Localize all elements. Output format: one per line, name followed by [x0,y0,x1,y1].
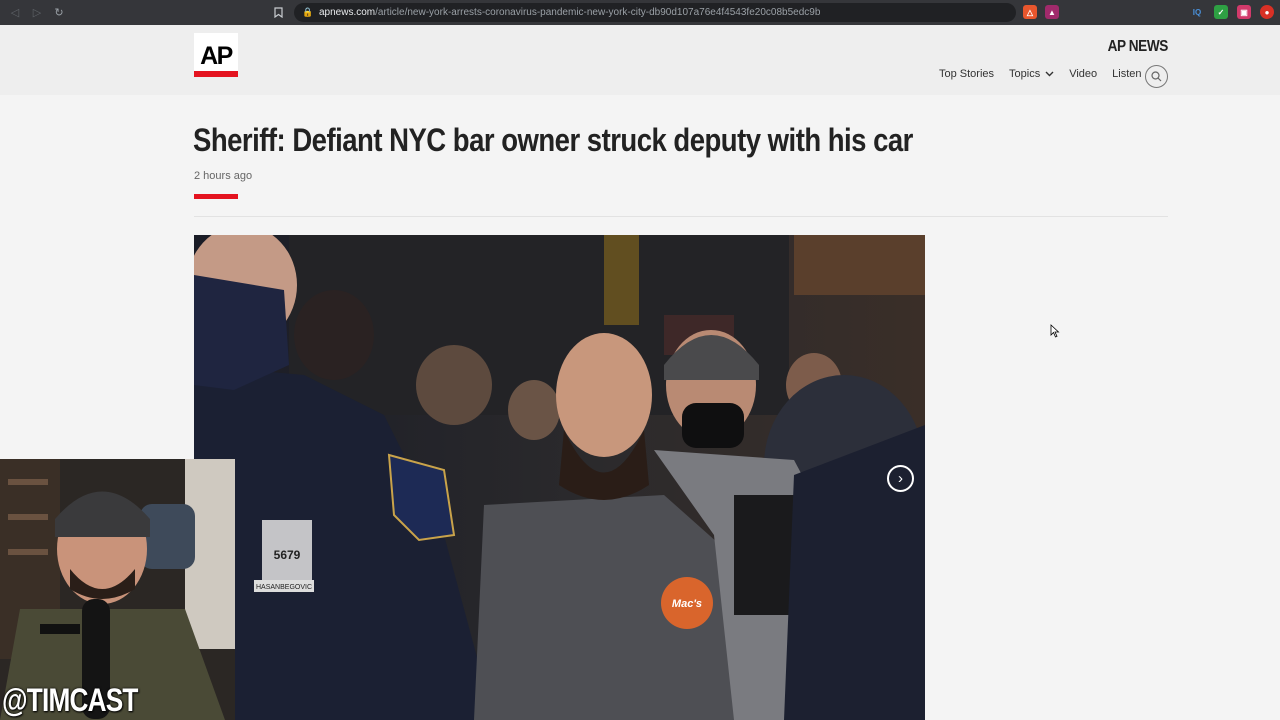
record-icon[interactable]: ● [1260,5,1274,19]
address-bar[interactable]: 🔒 apnews.com/article/new-york-arrests-co… [294,3,1016,22]
brave-shield-icon[interactable]: △ [1023,5,1037,19]
shirt-logo: Mac's [672,598,702,610]
forward-icon[interactable]: ▷ [26,2,48,24]
nav-video[interactable]: Video [1069,68,1097,80]
site-header: AP AP NEWS Top Stories Topics Video List… [0,25,1280,95]
nav-top-stories[interactable]: Top Stories [939,68,994,80]
back-icon[interactable]: ◁ [4,2,26,24]
main-nav: Top Stories Topics Video Listen [939,68,1157,80]
header-divider [194,216,1168,217]
ap-logo[interactable]: AP [194,33,238,77]
headline-accent-rule [194,194,238,199]
logo-red-bar [194,71,238,77]
nav-listen[interactable]: Listen [1112,68,1141,80]
webcam-overlay [0,459,235,720]
chevron-down-icon [1045,71,1054,77]
cursor-icon [1050,324,1060,338]
photo-scene: 5679 HASANBEGOVIC Mac's [194,235,925,720]
next-arrow-icon[interactable]: › [887,465,914,492]
rewards-icon[interactable]: ▲ [1045,5,1059,19]
reload-icon[interactable]: ↻ [48,2,70,24]
search-icon [1151,71,1162,82]
nav-topics[interactable]: Topics [1009,68,1054,80]
iq-extension-icon[interactable]: IQ [1190,5,1204,19]
streamer-feed [0,459,235,720]
channel-handle: @TIMCAST [2,682,138,718]
bookmark-icon[interactable] [270,3,286,21]
search-button[interactable] [1145,65,1168,88]
url-domain: apnews.com [319,7,376,18]
browser-toolbar: ◁ ▷ ↻ 🔒 apnews.com/article/new-york-arre… [0,0,1280,25]
screen-capture-icon[interactable]: ▣ [1237,5,1251,19]
article-photo[interactable]: 5679 HASANBEGOVIC Mac's › [194,235,925,720]
shield-check-icon[interactable]: ✓ [1214,5,1228,19]
lock-icon: 🔒 [302,7,314,17]
brand-name[interactable]: AP NEWS [1108,38,1169,56]
officer-name-tag: HASANBEGOVIC [256,584,312,591]
article-timestamp: 2 hours ago [194,170,253,182]
url-path: /article/new-york-arrests-coronavirus-pa… [375,7,821,18]
article-headline: Sheriff: Defiant NYC bar owner struck de… [193,122,913,158]
officer-badge: 5679 [274,548,301,562]
